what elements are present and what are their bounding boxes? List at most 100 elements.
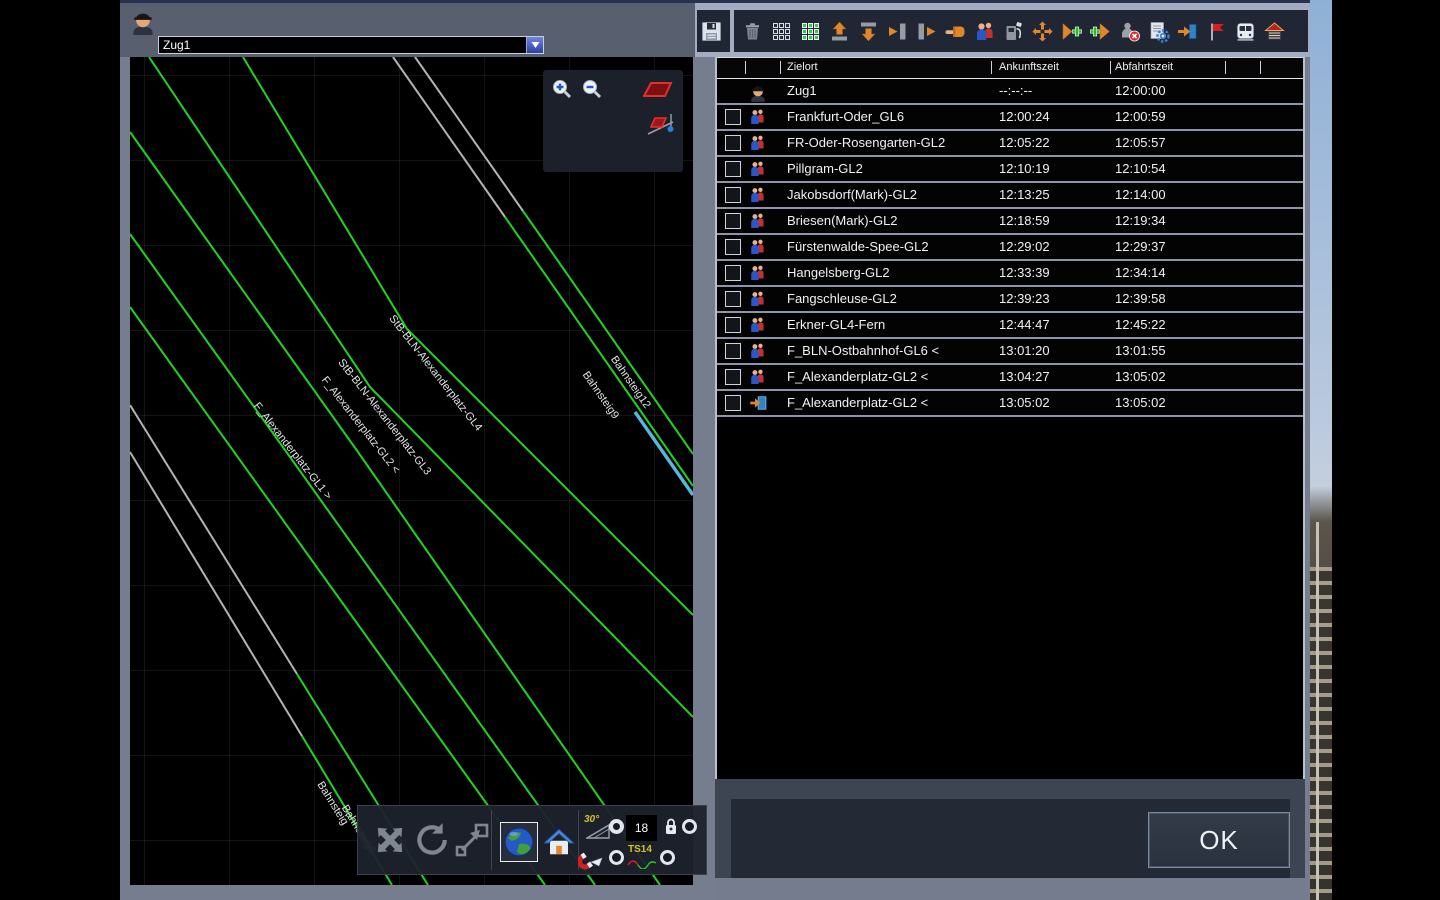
table-row[interactable]: FR-Oder-Rosengarten-GL2 12:05:22 12:05:5… [717,131,1303,157]
track-label: Bahnsteig12 [608,354,653,411]
row-checkbox[interactable] [725,265,741,281]
snap-radio[interactable] [609,850,624,865]
timetable-panel: Zielort Ankunftszeit Abfahrtszeit Zug1 -… [715,57,1305,779]
row-checkbox[interactable] [725,109,741,125]
column-divider[interactable] [991,61,992,74]
arrival-time: --:--:-- [999,83,1033,98]
move-up-icon[interactable] [828,20,851,43]
column-divider[interactable] [745,61,746,74]
row-checkbox[interactable] [725,395,741,411]
passengers-icon[interactable] [973,20,996,43]
column-divider[interactable] [780,61,781,74]
row-checkbox[interactable] [725,213,741,229]
fuel-pump-icon[interactable] [1002,20,1025,43]
track-map[interactable]: Bahnsteig12 Bahnsteig9 StB-BLN-Alexanderpl… [130,57,693,885]
rotate-icon[interactable] [412,821,450,864]
departure-time: 12:00:00 [1115,83,1166,98]
column-divider[interactable] [1225,61,1226,74]
row-checkbox[interactable] [725,343,741,359]
track-gradient-icon[interactable] [646,112,676,145]
column-header-zielort: Zielort [787,61,818,73]
scenario-settings-icon[interactable] [1147,20,1170,43]
grid-green-icon[interactable] [799,20,822,43]
departure-time: 12:10:54 [1115,161,1166,176]
arrival-time: 12:13:25 [999,187,1050,202]
row-icon [749,134,769,152]
home-view-button[interactable] [542,825,576,866]
pan-icon[interactable] [370,820,410,865]
table-row[interactable]: Zug1 --:--:-- 12:00:00 [717,79,1303,105]
add-route-icon[interactable] [1060,20,1083,43]
destination-name: Zug1 [787,83,817,98]
arrival-time: 12:29:02 [999,239,1050,254]
insert-before-icon[interactable] [886,20,909,43]
expand-icon[interactable] [1031,20,1054,43]
row-checkbox[interactable] [725,161,741,177]
track-label: F_Alexanderplatz-GL1 > [251,400,334,502]
table-row[interactable]: Erkner-GL4-Fern 12:44:47 12:45:22 [717,313,1303,339]
table-row[interactable]: Fangschleuse-GL2 12:39:23 12:39:58 [717,287,1303,313]
final-destination-icon[interactable] [1176,20,1199,43]
table-row[interactable]: Fürstenwalde-Spee-GL2 12:29:02 12:29:37 [717,235,1303,261]
chevron-down-icon[interactable] [526,37,543,53]
zoom-out-icon[interactable] [581,78,603,105]
jump-to-icon[interactable] [454,822,490,863]
arrival-time: 12:18:59 [999,213,1050,228]
destination-name: Erkner-GL4-Fern [787,317,886,332]
column-divider[interactable] [1110,61,1111,74]
gradient-icon [584,823,610,844]
arrival-time: 12:44:47 [999,317,1050,332]
ts-radio[interactable] [660,850,675,865]
departure-time: 12:39:58 [1115,291,1166,306]
flag-icon[interactable] [1205,20,1228,43]
row-checkbox[interactable] [725,239,741,255]
table-row[interactable]: Briesen(Mark)-GL2 12:18:59 12:19:34 [717,209,1303,235]
train-front-icon[interactable] [1234,20,1257,43]
gradient-radio[interactable] [609,819,624,834]
table-row[interactable]: Jakobsdorf(Mark)-GL2 12:13:25 12:14:00 [717,183,1303,209]
lock-radio[interactable] [682,819,697,834]
destination-name: Fürstenwalde-Spee-GL2 [787,239,929,254]
grid-outline-icon[interactable] [770,20,793,43]
move-down-icon[interactable] [857,20,880,43]
delete-icon[interactable] [741,20,764,43]
remove-driver-icon[interactable] [1118,20,1141,43]
row-icon [749,82,769,102]
driver-icon [751,86,765,102]
row-checkbox[interactable] [725,135,741,151]
row-icon [749,290,769,308]
table-row[interactable]: F_BLN-Ostbahnhof-GL6 < 13:01:20 13:01:55 [717,339,1303,365]
ok-button[interactable]: OK [1148,812,1290,868]
passengers-icon [751,265,764,281]
table-row[interactable]: Frankfurt-Oder_GL6 12:00:24 12:00:59 [717,105,1303,131]
depot-icon[interactable] [1263,20,1286,43]
save-icon[interactable] [700,20,723,43]
globe-icon [504,827,534,857]
insert-after-icon[interactable] [915,20,938,43]
column-divider[interactable] [1260,61,1261,74]
row-checkbox[interactable] [725,291,741,307]
row-icon [749,368,769,386]
row-icon [749,342,769,360]
row-icon [749,238,769,256]
row-icon [749,394,769,412]
row-checkbox[interactable] [725,187,741,203]
gradient-value[interactable]: 18 [626,815,657,841]
track-label: StB-BLN-Alexanderplatz-GL4 [386,313,484,434]
train-selector[interactable]: Zug1 [158,36,544,54]
track-section-icon[interactable] [642,80,673,103]
world-view-button[interactable] [500,822,538,862]
row-checkbox[interactable] [725,317,741,333]
bottom-panel: OK [715,779,1305,900]
passengers-icon [751,291,764,307]
add-stop-icon[interactable] [1089,20,1112,43]
hand-pick-icon[interactable] [944,20,967,43]
row-icon [749,212,769,230]
table-row[interactable]: F_Alexanderplatz-GL2 < 13:04:27 13:05:02 [717,365,1303,391]
table-row[interactable]: F_Alexanderplatz-GL2 < 13:05:02 13:05:02 [717,391,1303,417]
table-row[interactable]: Hangelsberg-GL2 12:33:39 12:34:14 [717,261,1303,287]
train-selector-value: Zug1 [163,38,191,52]
zoom-in-icon[interactable] [551,78,573,105]
table-row[interactable]: Pillgram-GL2 12:10:19 12:10:54 [717,157,1303,183]
row-checkbox[interactable] [725,369,741,385]
